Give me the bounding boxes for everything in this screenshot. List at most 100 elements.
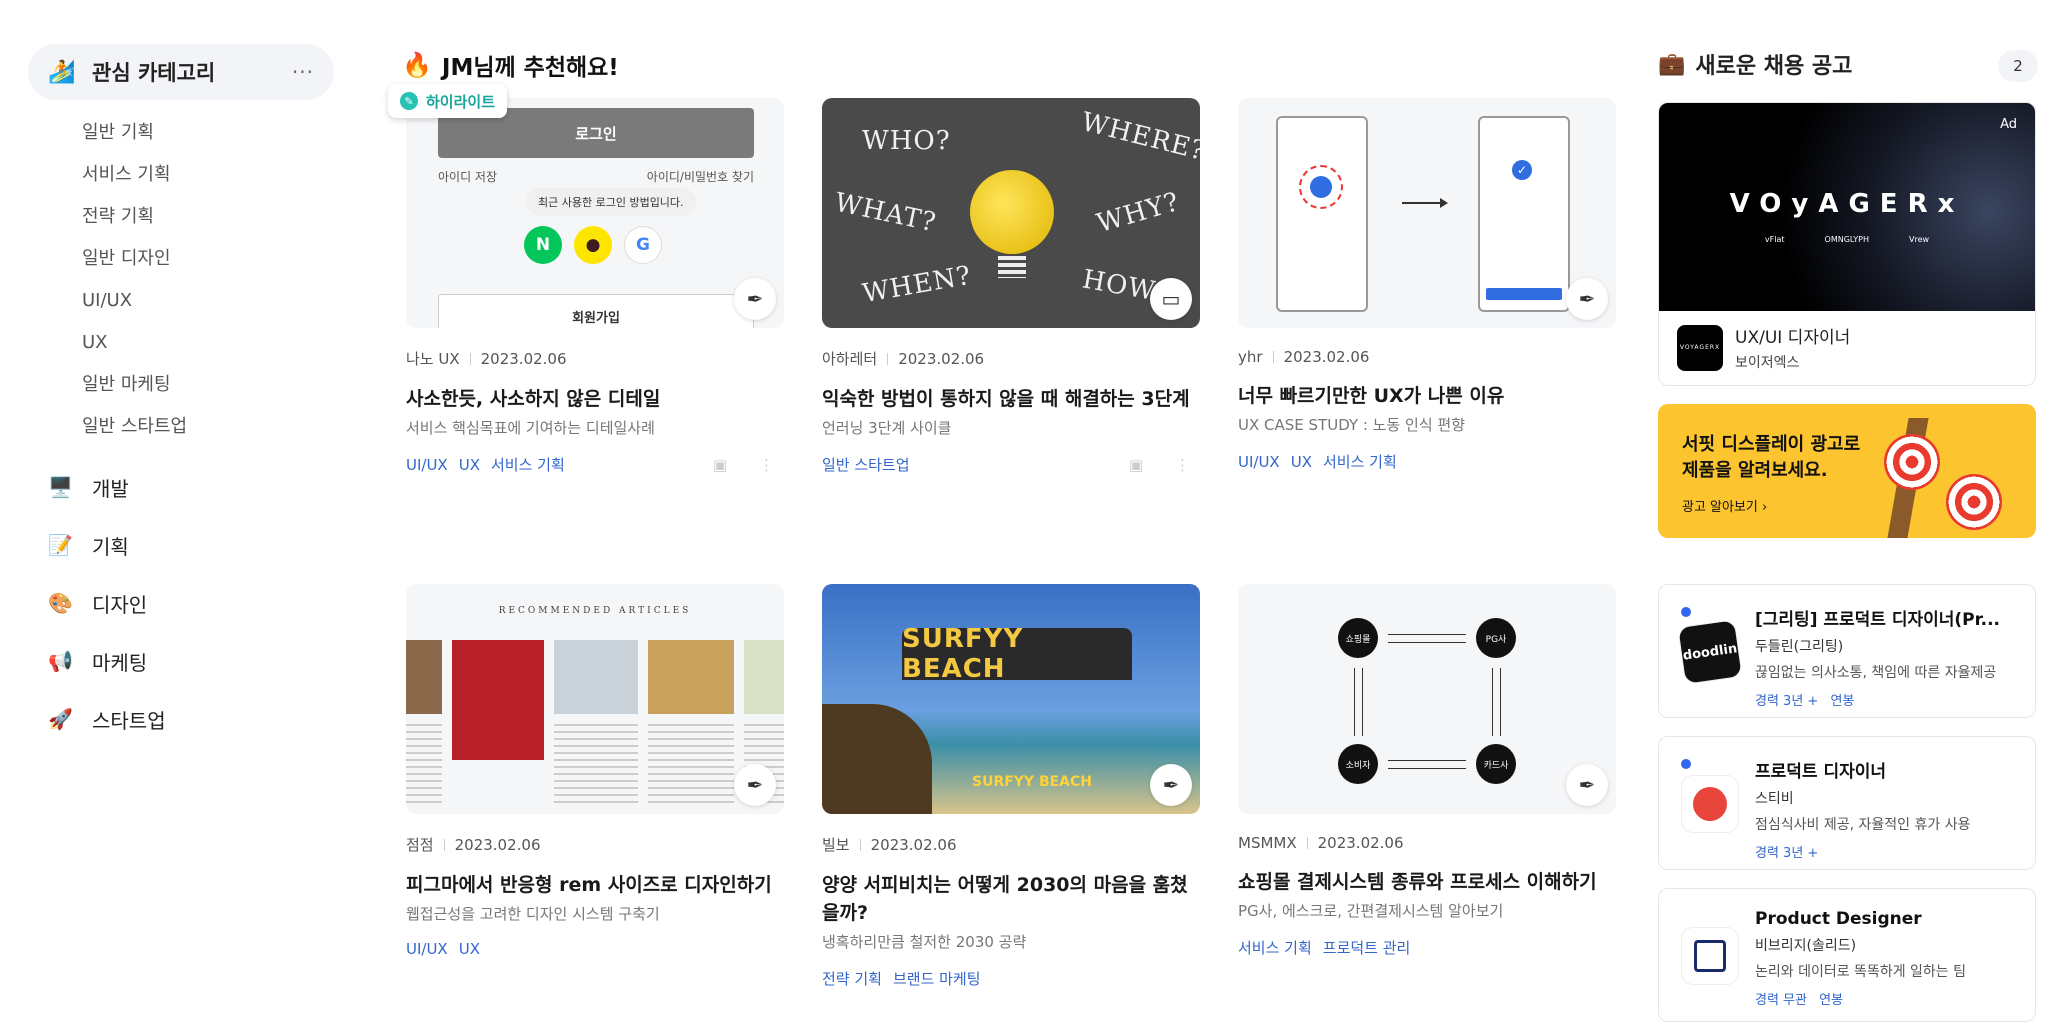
article-author[interactable]: 점점 (406, 834, 434, 855)
article-author[interactable]: yhr (1238, 348, 1263, 366)
ad-brand-products: vFlat OMNGLYPH Vrew (1659, 235, 2035, 244)
article-thumbnail[interactable]: ✓ ✒ (1238, 98, 1616, 328)
tag-link[interactable]: 서비스 기획 (1323, 451, 1397, 472)
thumb-word: WHEN? (860, 260, 974, 310)
tag-link[interactable]: 서비스 기획 (491, 454, 565, 475)
job-title[interactable]: [그리팅] 프로덕트 디자이너(Pr... (1755, 605, 2019, 630)
article-meta: 빌보 2023.02.06 (822, 834, 1200, 855)
highlight-icon: ✎ (400, 92, 418, 110)
article-title[interactable]: 쇼핑몰 결제시스템 종류와 프로세스 이해하기 (1238, 868, 1616, 896)
tag-link[interactable]: 일반 스타트업 (822, 454, 910, 475)
thumb-beach-sign: SURFYY BEACH (902, 624, 1132, 684)
category-development[interactable]: 🖥️ 개발 (28, 458, 334, 516)
job-listing[interactable]: doodlin [그리팅] 프로덕트 디자이너(Pr... 두들린(그리팅) 끊… (1658, 584, 2036, 718)
article-subtitle: 서비스 핵심목표에 기여하는 디테일사례 (406, 419, 655, 437)
surfer-icon: 🏄 (48, 59, 76, 85)
category-planning[interactable]: 📝 기획 (28, 516, 334, 574)
ad-card[interactable]: Ad VOyAGERx vFlat OMNGLYPH Vrew VOYAGERX… (1658, 102, 2036, 386)
job-listing[interactable]: vibrary Product Designer 비브리지(솔리드) 논리와 데… (1658, 888, 2036, 1022)
category-design[interactable]: 🎨 디자인 (28, 574, 334, 632)
article-title[interactable]: 피그마에서 반응형 rem 사이즈로 디자인하기 (406, 871, 784, 899)
article-author[interactable]: MSMMX (1238, 834, 1297, 852)
jobs-count-badge[interactable]: 2 (1998, 50, 2038, 82)
tag-link[interactable]: UI/UX (1238, 453, 1280, 471)
tag-link[interactable]: UX (459, 456, 480, 474)
category-marketing[interactable]: 📢 마케팅 (28, 632, 334, 690)
sub-item-general-planning[interactable]: 일반 기획 (82, 112, 334, 154)
article-author[interactable]: 빌보 (822, 834, 850, 855)
ad-product: vFlat (1764, 235, 1785, 244)
article-title[interactable]: 익숙한 방법이 통하지 않을 때 해결하는 3단계 (822, 385, 1200, 413)
highlight-badge-label: 하이라이트 (426, 92, 496, 111)
article-author[interactable]: 나노 UX (406, 348, 460, 369)
sub-item-strategy-planning[interactable]: 전략 기획 (82, 196, 334, 238)
tag-link[interactable]: 프로덕트 관리 (1323, 937, 1411, 958)
tag-link[interactable]: 브랜드 마케팅 (893, 968, 981, 989)
article-title[interactable]: 너무 빠르기만한 UX가 나쁜 이유 (1238, 382, 1616, 410)
tag-link[interactable]: UI/UX (406, 940, 448, 958)
interest-category-header[interactable]: 🏄 관심 카테고리 ··· (28, 44, 334, 100)
loading-circle-icon (1299, 165, 1343, 209)
thumb-node-consumer: 소비자 (1338, 744, 1378, 784)
memo-icon: 📝 (48, 533, 73, 557)
more-vertical-icon[interactable]: ⋮ (1175, 456, 1190, 474)
ad-body: VOYAGERX UX/UI 디자이너 보이저엑스 (1659, 311, 2035, 384)
tag-link[interactable]: UX (1291, 453, 1312, 471)
article-meta: yhr 2023.02.06 (1238, 348, 1616, 366)
article-card[interactable]: WHO? WHERE? WHAT? WHY? WHEN? HOW? ▭ 아하레터… (822, 98, 1200, 475)
new-indicator (1681, 607, 1691, 617)
more-options-icon[interactable]: ··· (292, 60, 314, 84)
lightbulb-icon (970, 170, 1054, 254)
bookmark-icon[interactable]: ▣ (1129, 456, 1143, 474)
article-author[interactable]: 아하레터 (822, 348, 877, 369)
sub-item-general-startup[interactable]: 일반 스타트업 (82, 406, 334, 448)
article-card[interactable]: 로그인 아이디 저장 아이디/비밀번호 찾기 최근 사용한 로그인 방법입니다.… (406, 98, 784, 475)
fire-icon: 🔥 (402, 51, 432, 79)
job-title[interactable]: 프로덕트 디자이너 (1755, 757, 2019, 782)
article-title[interactable]: 사소한듯, 사소하지 않은 디테일 (406, 385, 784, 413)
category-label: 디자인 (92, 592, 148, 617)
ad-info: UX/UI 디자이너 보이저엑스 (1735, 323, 1850, 372)
tag-link[interactable]: UX (459, 940, 480, 958)
article-title[interactable]: 양양 서피비치는 어떻게 2030의 마음을 훔쳤을까? (822, 871, 1200, 927)
thumb-find-account: 아이디/비밀번호 찾기 (646, 170, 754, 184)
ad-job-title[interactable]: UX/UI 디자이너 (1735, 323, 1850, 348)
google-icon: G (624, 226, 662, 264)
interest-sub-list: 일반 기획 서비스 기획 전략 기획 일반 디자인 UI/UX UX 일반 마케… (28, 112, 334, 448)
sub-item-service-planning[interactable]: 서비스 기획 (82, 154, 334, 196)
pen-icon: ✒ (734, 278, 776, 320)
article-subtitle: 언러닝 3단계 사이클 (822, 419, 952, 437)
article-tags: 서비스 기획 프로덕트 관리 (1238, 937, 1616, 958)
article-card[interactable]: 쇼핑몰 PG사 소비자 카드사 ✒ MSMMX 2023.02.06 쇼핑몰 결… (1238, 584, 1616, 958)
tag-link[interactable]: 서비스 기획 (1238, 937, 1312, 958)
article-card[interactable]: RECOMMENDED ARTICLES ✒ 점점 2023.02.06 피그마… (406, 584, 784, 958)
job-company: 두들린(그리팅) (1755, 639, 1844, 655)
article-card[interactable]: ✓ ✒ yhr 2023.02.06 너무 빠르기만한 UX가 나쁜 이유 UX… (1238, 98, 1616, 472)
article-thumbnail[interactable]: WHO? WHERE? WHAT? WHY? WHEN? HOW? ▭ (822, 98, 1200, 328)
tag-link[interactable]: UI/UX (406, 456, 448, 474)
sub-item-general-design[interactable]: 일반 디자인 (82, 238, 334, 280)
thumb-image (648, 640, 734, 714)
play-box-icon (1694, 940, 1726, 972)
sub-item-general-marketing[interactable]: 일반 마케팅 (82, 364, 334, 406)
job-listing[interactable]: stibee 프로덕트 디자이너 스티비 점심식사비 제공, 자율적인 휴가 사… (1658, 736, 2036, 870)
ad-promo-banner[interactable]: 서핏 디스플레이 광고로 제품을 알려보세요. 광고 알아보기 › (1658, 404, 2036, 538)
category-startup[interactable]: 🚀 스타트업 (28, 690, 334, 748)
tag-link[interactable]: 전략 기획 (822, 968, 882, 989)
article-card[interactable]: SURFYY BEACH SURFYY BEACH ✒ 빌보 2023.02.0… (822, 584, 1200, 989)
job-title[interactable]: Product Designer (1755, 909, 2019, 929)
meta-divider (887, 352, 889, 365)
bookmark-icon[interactable]: ▣ (713, 456, 727, 474)
article-thumbnail[interactable]: SURFYY BEACH SURFYY BEACH ✒ (822, 584, 1200, 814)
thumb-word: WHY? (1093, 186, 1184, 240)
sub-item-ux[interactable]: UX (82, 322, 334, 364)
sub-item-uiux[interactable]: UI/UX (82, 280, 334, 322)
article-thumbnail[interactable]: 로그인 아이디 저장 아이디/비밀번호 찾기 최근 사용한 로그인 방법입니다.… (406, 98, 784, 328)
article-thumbnail[interactable]: RECOMMENDED ARTICLES ✒ (406, 584, 784, 814)
ad-banner-image[interactable]: Ad VOyAGERx vFlat OMNGLYPH Vrew (1659, 103, 2035, 311)
lightbulb-base (998, 256, 1026, 278)
more-vertical-icon[interactable]: ⋮ (759, 456, 774, 474)
article-thumbnail[interactable]: 쇼핑몰 PG사 소비자 카드사 ✒ (1238, 584, 1616, 814)
article-subtitle: UX CASE STUDY : 노동 인식 편향 (1238, 416, 1466, 434)
thumb-node-card: 카드사 (1476, 744, 1516, 784)
